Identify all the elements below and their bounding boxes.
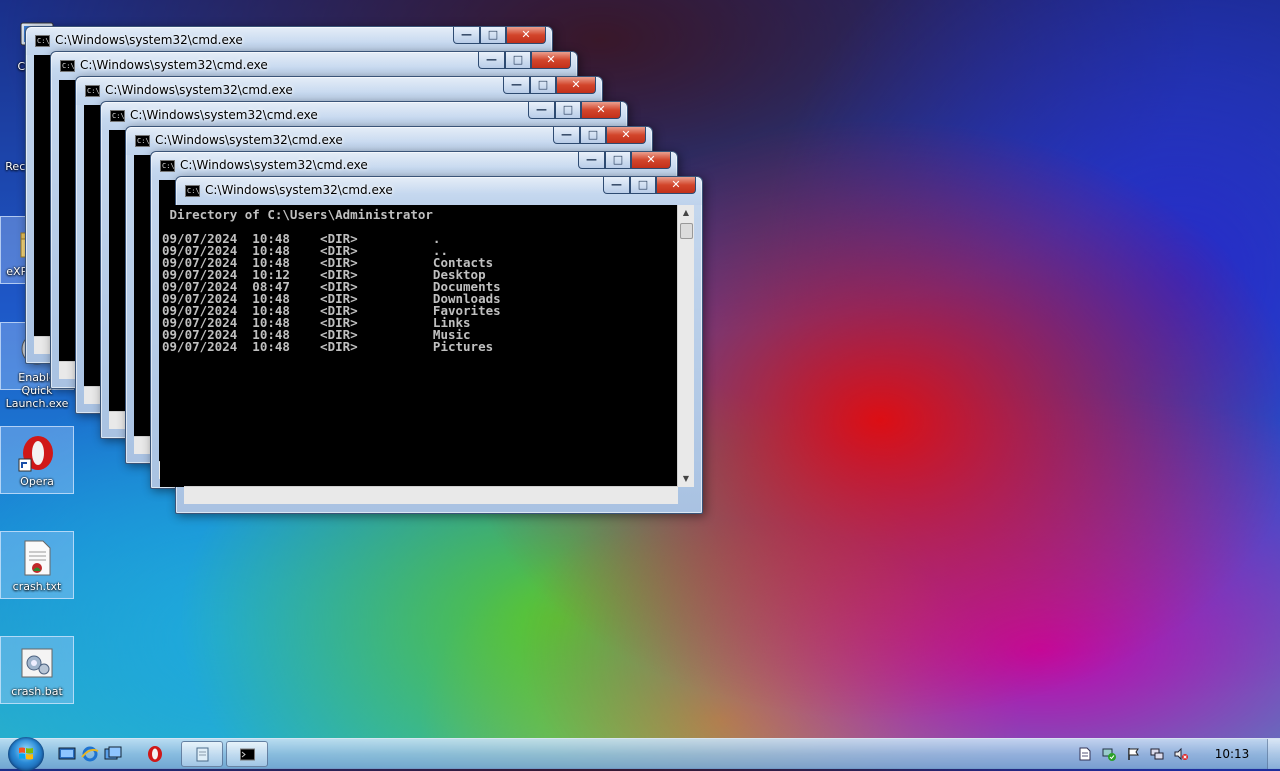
network-icon[interactable] [1150, 747, 1164, 761]
minimize-button[interactable]: — [453, 27, 480, 44]
maximize-button[interactable]: □ [605, 152, 631, 169]
window-title: C:\Windows\system32\cmd.exe [155, 133, 343, 147]
maximize-button[interactable]: □ [480, 27, 506, 44]
scroll-thumb[interactable] [680, 223, 693, 239]
minimize-button[interactable]: — [578, 152, 605, 169]
window-title: C:\Windows\system32\cmd.exe [105, 83, 293, 97]
cmd-app-icon: C:\. [185, 185, 204, 197]
taskbar-item-notepad[interactable] [181, 741, 223, 767]
maximize-button[interactable]: □ [505, 52, 531, 69]
maximize-icon: □ [562, 103, 574, 116]
minimize-icon: — [611, 178, 622, 191]
minimize-button[interactable]: — [603, 177, 630, 194]
minimize-icon: — [536, 103, 547, 116]
desktop-icon-crash-bat[interactable]: crash.bat [0, 636, 74, 704]
cmd-app-icon: C:\. [35, 35, 54, 47]
maximize-button[interactable]: □ [530, 77, 556, 94]
maximize-icon: □ [537, 78, 549, 91]
action-center-flag-icon[interactable] [1126, 747, 1140, 761]
window-title: C:\Windows\system32\cmd.exe [205, 183, 393, 197]
text-file-icon [24, 540, 51, 576]
window-title: C:\Windows\system32\cmd.exe [80, 58, 268, 72]
maximize-icon: □ [637, 178, 649, 191]
minimize-icon: — [586, 153, 597, 166]
show-desktop-icon[interactable] [58, 745, 76, 763]
minimize-icon: — [511, 78, 522, 91]
cmd-window-front[interactable]: C:\. C:\Windows\system32\cmd.exe — □ ✕ D… [160, 176, 703, 514]
close-icon: ✕ [571, 78, 581, 91]
cmd-app-icon: C:\. [85, 85, 104, 97]
cmd-app-icon: C:\. [110, 110, 129, 122]
close-icon: ✕ [621, 128, 631, 141]
cmd-icon [240, 748, 255, 761]
minimize-button[interactable]: — [478, 52, 505, 69]
taskbar-clock[interactable]: 10:13 [1212, 747, 1252, 761]
show-desktop-button[interactable] [1267, 739, 1280, 769]
minimize-icon: — [486, 53, 497, 66]
scroll-down-icon[interactable]: ▼ [678, 471, 694, 487]
console-output[interactable]: Directory of C:\Users\Administrator 09/0… [160, 205, 678, 487]
maximize-icon: □ [512, 53, 524, 66]
notepad-icon [196, 747, 209, 762]
network-check-icon[interactable] [1102, 747, 1116, 761]
switch-windows-icon[interactable] [104, 745, 122, 763]
cmd-app-icon: C:\. [60, 60, 79, 72]
windows-logo-icon [19, 747, 33, 760]
scroll-up-icon[interactable]: ▲ [678, 205, 694, 221]
desktop-icon-crash-txt[interactable]: crash.txt [0, 531, 74, 599]
close-button[interactable]: ✕ [631, 152, 671, 169]
desktop-icon-label: Opera [20, 475, 54, 488]
maximize-icon: □ [587, 128, 599, 141]
window-title: C:\Windows\system32\cmd.exe [180, 158, 368, 172]
maximize-button[interactable]: □ [630, 177, 656, 194]
close-icon: ✕ [546, 53, 556, 66]
desktop-icon-label: crash.bat [11, 685, 63, 698]
horizontal-scrollbar[interactable] [184, 486, 678, 504]
close-button[interactable]: ✕ [556, 77, 596, 94]
minimize-button[interactable]: — [503, 77, 530, 94]
batch-file-icon [21, 648, 53, 678]
maximize-icon: □ [487, 28, 499, 41]
close-icon: ✕ [521, 28, 531, 41]
console-text: Directory of C:\Users\Administrator 09/0… [162, 207, 501, 354]
close-button[interactable]: ✕ [506, 27, 546, 44]
cmd-app-icon: C:\. [160, 160, 179, 172]
window-title: C:\Windows\system32\cmd.exe [130, 108, 318, 122]
vertical-scrollbar[interactable]: ▲ ▼ [677, 205, 694, 487]
taskbar-item-cmd[interactable] [226, 741, 268, 767]
cmd-app-icon: C:\. [135, 135, 154, 147]
maximize-button[interactable]: □ [555, 102, 581, 119]
close-button[interactable]: ✕ [656, 177, 696, 194]
desktop-icon-label: crash.txt [12, 580, 62, 593]
opera-quick-icon[interactable] [146, 745, 164, 763]
volume-muted-icon[interactable] [1174, 747, 1188, 761]
desktop-icon-opera[interactable]: Opera [0, 426, 74, 494]
minimize-icon: — [561, 128, 572, 141]
minimize-icon: — [461, 28, 472, 41]
minimize-button[interactable]: — [528, 102, 555, 119]
ie-icon[interactable] [81, 745, 99, 763]
close-button[interactable]: ✕ [581, 102, 621, 119]
document-icon[interactable] [1078, 747, 1092, 761]
opera-icon [18, 436, 53, 472]
minimize-button[interactable]: — [553, 127, 580, 144]
close-icon: ✕ [596, 103, 606, 116]
taskbar: 10:13 [0, 737, 1280, 771]
close-button[interactable]: ✕ [531, 52, 571, 69]
maximize-button[interactable]: □ [580, 127, 606, 144]
start-button[interactable] [8, 737, 44, 771]
close-icon: ✕ [671, 178, 681, 191]
maximize-icon: □ [612, 153, 624, 166]
close-button[interactable]: ✕ [606, 127, 646, 144]
window-title: C:\Windows\system32\cmd.exe [55, 33, 243, 47]
close-icon: ✕ [646, 153, 656, 166]
